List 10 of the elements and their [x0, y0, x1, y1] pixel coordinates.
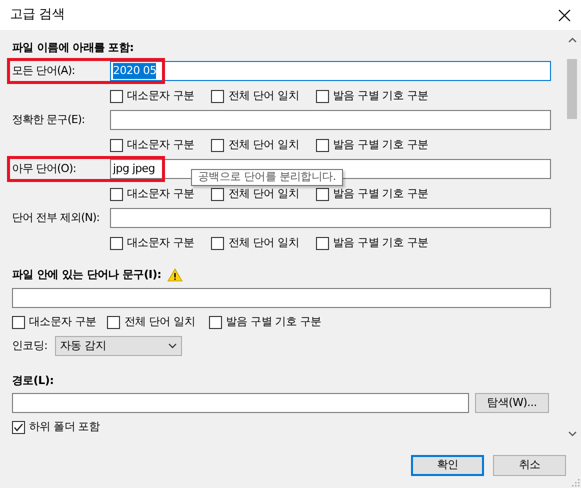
tooltip: 공백으로 단어를 분리합니다.: [191, 169, 343, 186]
section-heading: 파일 이름에 아래를 포함:: [12, 40, 135, 56]
field-label: 아무 단어(O):: [12, 160, 77, 177]
field-label: 정확한 문구(E):: [12, 112, 86, 128]
section-heading: 경로(L):: [12, 373, 55, 389]
field-label: 모든 단어(A):: [12, 62, 76, 79]
field-label: 인코딩:: [12, 338, 49, 354]
section-heading: 파일 안에 있는 단어나 문구(I):: [12, 266, 162, 283]
field-label: 단어 전부 제외(N):: [12, 210, 101, 226]
window-title: 고급 검색: [10, 6, 65, 24]
